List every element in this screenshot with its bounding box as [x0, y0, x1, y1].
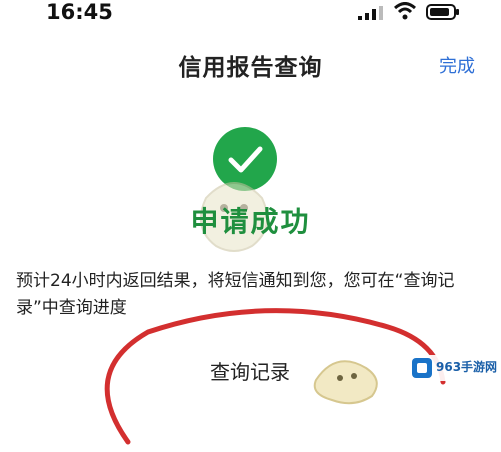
site-logo-icon [412, 358, 432, 378]
page-title: 信用报告查询 [178, 55, 323, 81]
status-bar: 16:45 [0, 0, 501, 36]
wifi-icon [394, 2, 416, 20]
watermark-site-name: 963手游网 [436, 360, 498, 374]
nav-bar: 信用报告查询 完成 [0, 36, 501, 92]
success-status-text: 申请成功 [190, 205, 311, 238]
watermark-ghost-icon [313, 360, 378, 405]
done-button[interactable]: 完成 [439, 52, 475, 78]
watermark-badge: 963手游网 [408, 355, 501, 381]
battery-icon [426, 4, 459, 20]
status-time: 16:45 [46, 0, 113, 24]
signal-icon [358, 6, 383, 20]
